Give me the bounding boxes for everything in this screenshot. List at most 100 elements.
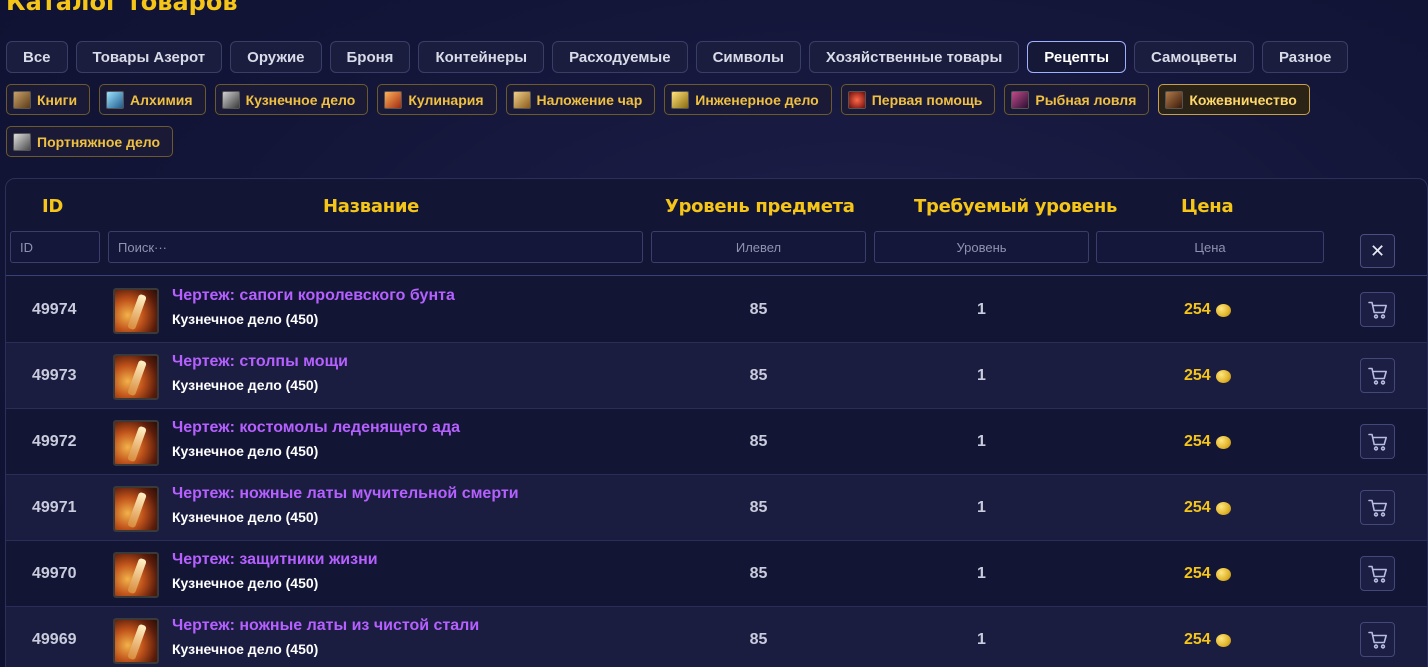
- gold-coin-icon: [1215, 435, 1231, 449]
- table-row: 49971 Чертеж: ножные латы мучительной см…: [6, 475, 1427, 541]
- item-name-link[interactable]: Чертеж: ножные латы из чистой стали: [172, 617, 479, 635]
- subcategory-blacksmithing[interactable]: Кузнечное дело: [214, 84, 369, 115]
- add-to-cart-button[interactable]: [1360, 424, 1395, 459]
- page-title: Каталог товаров: [6, 0, 238, 16]
- items-table: ID Название Уровень предмета Требуемый у…: [5, 178, 1428, 667]
- price-value: 254: [1184, 433, 1211, 450]
- item-name-link[interactable]: Чертеж: костомолы леденящего ада: [172, 419, 460, 437]
- category-recipes[interactable]: Рецепты: [1027, 41, 1127, 73]
- subcategory-engineering[interactable]: Инженерное дело: [664, 84, 832, 115]
- required-level: 1: [977, 631, 986, 648]
- close-icon: ✕: [1369, 240, 1386, 261]
- required-level: 1: [977, 565, 986, 582]
- item-icon[interactable]: [113, 618, 159, 664]
- subcategory-enchanting[interactable]: Наложение чар: [505, 84, 656, 115]
- subcategory-label: Кулинария: [408, 91, 484, 108]
- add-to-cart-button[interactable]: [1360, 490, 1395, 525]
- category-trade-goods[interactable]: Хозяйственные товары: [808, 41, 1020, 73]
- subcategory-label: Кузнечное дело: [245, 91, 356, 108]
- item-level: 85: [749, 367, 768, 384]
- price-value: 254: [1184, 301, 1211, 318]
- item-price: 254: [1184, 433, 1231, 451]
- required-level: 1: [977, 499, 986, 516]
- engineering-icon: [671, 90, 690, 109]
- subcategory-first-aid[interactable]: Первая помощь: [840, 84, 996, 115]
- item-icon[interactable]: [113, 486, 159, 532]
- category-containers[interactable]: Контейнеры: [418, 41, 545, 73]
- item-name-link[interactable]: Чертеж: столпы мощи: [172, 353, 348, 371]
- category-all[interactable]: Все: [6, 41, 68, 73]
- enchant-scroll-icon: [512, 90, 531, 109]
- item-id: 49974: [32, 301, 77, 318]
- item-level: 85: [749, 433, 768, 450]
- tailoring-icon: [13, 132, 31, 151]
- filter-price-input[interactable]: [1096, 231, 1324, 263]
- subcategory-tailoring[interactable]: Портняжное дело: [6, 126, 174, 157]
- fishing-icon: [1011, 90, 1030, 109]
- anvil-icon: [221, 90, 240, 109]
- subcategory-fishing[interactable]: Рыбная ловля: [1004, 84, 1150, 115]
- table-header: ID Название Уровень предмета Требуемый у…: [6, 179, 1427, 276]
- filter-id-input[interactable]: [10, 231, 100, 263]
- category-glyphs[interactable]: Символы: [695, 41, 801, 73]
- gold-coin-icon: [1215, 633, 1231, 647]
- subcategory-label: Инженерное дело: [695, 91, 819, 108]
- clear-filters-button[interactable]: ✕: [1360, 234, 1395, 268]
- subcategory-label: Алхимия: [130, 91, 193, 108]
- category-armor[interactable]: Броня: [329, 41, 411, 73]
- price-value: 254: [1184, 367, 1211, 384]
- subcategory-label: Рыбная ловля: [1035, 91, 1137, 108]
- header-id[interactable]: ID: [42, 196, 63, 217]
- subcategory-label: Первая помощь: [871, 91, 983, 108]
- item-level: 85: [749, 565, 768, 582]
- item-price: 254: [1184, 631, 1231, 649]
- item-icon[interactable]: [113, 552, 159, 598]
- category-consumables[interactable]: Расходуемые: [552, 41, 688, 73]
- category-misc[interactable]: Разное: [1262, 41, 1349, 73]
- item-icon[interactable]: [113, 420, 159, 466]
- item-price: 254: [1184, 301, 1231, 319]
- subcategory-label: Наложение чар: [536, 91, 643, 108]
- subcategory-tabs: Книги Алхимия Кузнечное дело Кулинария Н…: [6, 84, 1310, 115]
- item-id: 49969: [32, 631, 77, 648]
- header-price[interactable]: Цена: [1181, 196, 1234, 217]
- price-value: 254: [1184, 565, 1211, 582]
- subcategory-tabs-row2: Портняжное дело: [6, 126, 174, 157]
- item-icon[interactable]: [113, 288, 159, 334]
- category-gems[interactable]: Самоцветы: [1134, 41, 1254, 73]
- category-azeroth-goods[interactable]: Товары Азерот: [75, 41, 223, 73]
- first-aid-icon: [847, 90, 866, 109]
- filter-required-level-input[interactable]: [874, 231, 1089, 263]
- add-to-cart-button[interactable]: [1360, 358, 1395, 393]
- item-id: 49970: [32, 565, 77, 582]
- item-name-link[interactable]: Чертеж: ножные латы мучительной смерти: [172, 485, 519, 503]
- search-input[interactable]: [108, 231, 643, 263]
- gold-coin-icon: [1215, 303, 1231, 317]
- price-value: 254: [1184, 499, 1211, 516]
- table-row: 49974 Чертеж: сапоги королевского бунта …: [6, 277, 1427, 343]
- header-name[interactable]: Название: [323, 196, 419, 217]
- item-name-link[interactable]: Чертеж: сапоги королевского бунта: [172, 287, 455, 305]
- add-to-cart-button[interactable]: [1360, 292, 1395, 327]
- cart-icon: [1367, 499, 1387, 517]
- subcategory-leatherworking[interactable]: Кожевничество: [1158, 84, 1310, 115]
- item-icon[interactable]: [113, 354, 159, 400]
- add-to-cart-button[interactable]: [1360, 622, 1395, 657]
- add-to-cart-button[interactable]: [1360, 556, 1395, 591]
- item-profession: Кузнечное дело (450): [172, 641, 319, 657]
- subcategory-cooking[interactable]: Кулинария: [377, 84, 497, 115]
- table-row: 49969 Чертеж: ножные латы из чистой стал…: [6, 607, 1427, 667]
- item-name-link[interactable]: Чертеж: защитники жизни: [172, 551, 378, 569]
- header-required-level[interactable]: Требуемый уровень: [914, 196, 1117, 217]
- required-level: 1: [977, 367, 986, 384]
- required-level: 1: [977, 301, 986, 318]
- header-item-level[interactable]: Уровень предмета: [665, 196, 855, 217]
- subcategory-alchemy[interactable]: Алхимия: [99, 84, 206, 115]
- item-profession: Кузнечное дело (450): [172, 575, 319, 591]
- category-weapons[interactable]: Оружие: [230, 41, 322, 73]
- table-row: 49972 Чертеж: костомолы леденящего ада К…: [6, 409, 1427, 475]
- leather-icon: [1165, 90, 1184, 109]
- item-profession: Кузнечное дело (450): [172, 443, 319, 459]
- filter-item-level-input[interactable]: [651, 231, 866, 263]
- subcategory-books[interactable]: Книги: [6, 84, 91, 115]
